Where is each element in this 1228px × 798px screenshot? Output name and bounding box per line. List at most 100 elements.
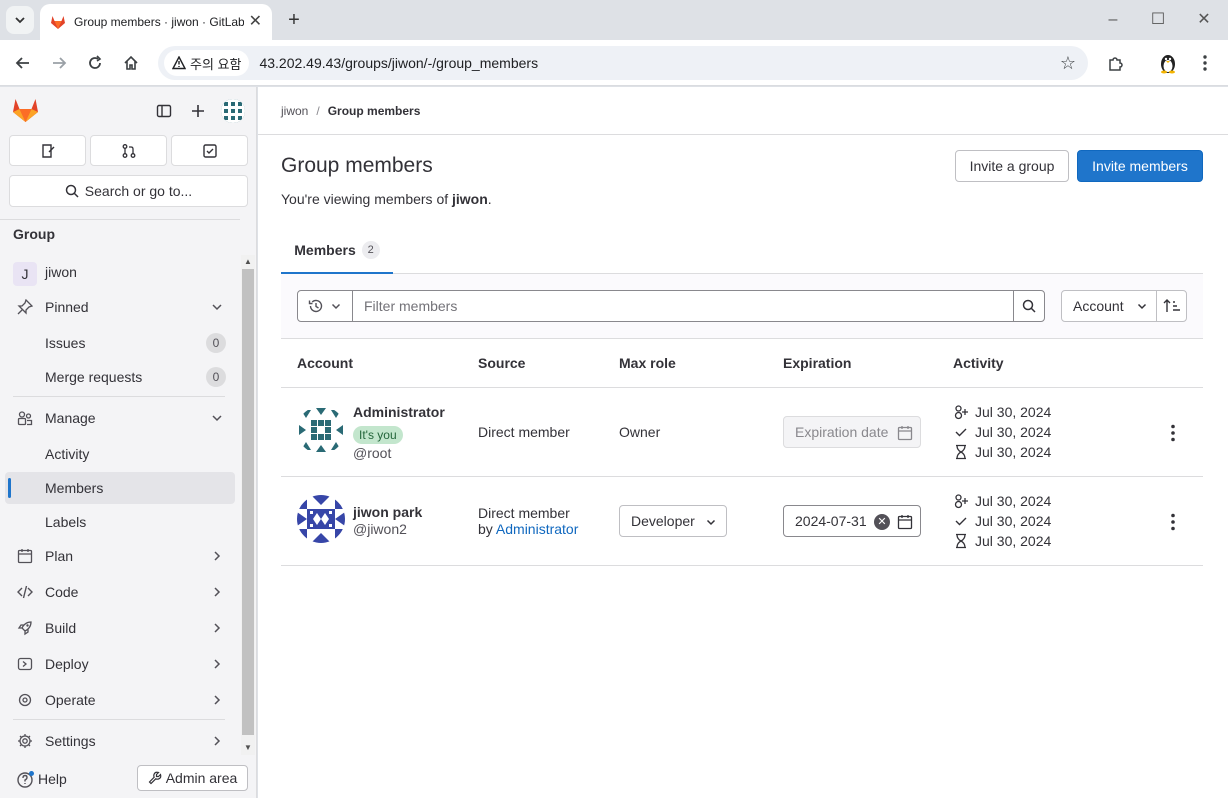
tab-close-icon[interactable]: ✕ xyxy=(249,14,262,30)
table-row: jiwon park @jiwon2 Direct member by Admi… xyxy=(281,477,1203,566)
sidebar-toggle-icon[interactable] xyxy=(154,101,174,121)
invite-group-button[interactable]: Invite a group xyxy=(955,150,1069,182)
window-close-icon[interactable]: ✕ xyxy=(1194,10,1214,30)
member-username: @root xyxy=(353,445,392,461)
member-name[interactable]: jiwon park xyxy=(353,504,422,520)
scroll-up-arrow-icon[interactable]: ▲ xyxy=(244,258,252,266)
forward-icon[interactable] xyxy=(47,51,71,75)
sidebar-item-settings[interactable]: Settings xyxy=(5,725,235,757)
search-or-go-to-button[interactable]: Search or go to... xyxy=(9,175,248,207)
expiration-date-value: 2024-07-31 xyxy=(795,513,867,529)
sidebar-item-code[interactable]: Code xyxy=(5,576,235,608)
page-subtitle: You're viewing members of jiwon. xyxy=(281,191,492,207)
member-source: Direct member xyxy=(478,505,570,521)
cloud-gear-icon xyxy=(18,693,32,707)
sidebar: Search or go to... Group J jiwon Pinned … xyxy=(0,87,257,798)
user-add-icon xyxy=(954,405,968,420)
user-avatar-icon[interactable] xyxy=(221,99,245,123)
merge-requests-button[interactable] xyxy=(90,135,167,166)
calendar-icon xyxy=(897,426,913,441)
check-icon xyxy=(955,517,967,526)
security-warning-chip[interactable]: 주의 요함 xyxy=(164,50,250,76)
browser-tab[interactable]: Group members · jiwon · GitLab ✕ xyxy=(40,4,272,40)
chevron-right-icon xyxy=(214,695,221,705)
more-actions-icon[interactable] xyxy=(1165,424,1181,442)
todo-list-button[interactable] xyxy=(171,135,248,166)
help-label: Help xyxy=(38,771,67,787)
sidebar-item-label: Code xyxy=(45,584,79,600)
back-icon[interactable] xyxy=(11,51,35,75)
sidebar-item-merge-requests[interactable]: Merge requests 0 xyxy=(5,361,235,393)
sidebar-item-plan[interactable]: Plan xyxy=(5,540,235,572)
activity-user-created-date: Jul 30, 2024 xyxy=(975,404,1052,420)
gitlab-logo-icon[interactable] xyxy=(12,97,39,123)
search-button[interactable] xyxy=(1013,290,1045,322)
calendar-icon[interactable] xyxy=(897,514,913,530)
sidebar-scrollbar[interactable]: ▲ ▼ xyxy=(241,255,255,755)
filter-bar: Filter members Account xyxy=(281,274,1203,339)
identicon-image xyxy=(297,406,345,454)
breadcrumb-group-link[interactable]: jiwon xyxy=(281,104,308,118)
member-name[interactable]: Administrator xyxy=(353,404,445,420)
expiration-date-placeholder: Expiration date xyxy=(795,424,889,440)
tab-list-button[interactable] xyxy=(6,6,34,34)
bookmark-star-icon[interactable]: ☆ xyxy=(1060,53,1076,73)
admin-area-button[interactable]: Admin area xyxy=(137,765,248,791)
sidebar-item-label: Merge requests xyxy=(45,369,143,385)
more-actions-icon[interactable] xyxy=(1165,513,1181,531)
sidebar-item-label: Manage xyxy=(45,410,96,426)
subtitle-group-name: jiwon xyxy=(452,191,488,207)
sidebar-item-group[interactable]: jiwon xyxy=(5,256,235,288)
todo-icon xyxy=(202,143,217,158)
scrollbar-thumb[interactable] xyxy=(242,269,254,735)
sidebar-item-build[interactable]: Build xyxy=(5,612,235,644)
browser-menu-icon[interactable] xyxy=(1193,51,1217,75)
sidebar-item-pinned[interactable]: Pinned xyxy=(5,291,235,323)
clear-date-icon[interactable]: ✕ xyxy=(874,514,890,530)
sidebar-item-activity[interactable]: Activity xyxy=(5,438,235,470)
extensions-icon[interactable] xyxy=(1104,51,1128,75)
sidebar-item-label: Build xyxy=(45,620,77,636)
sort-by-dropdown[interactable]: Account xyxy=(1061,290,1157,322)
column-header-expiration: Expiration xyxy=(783,355,852,371)
sidebar-item-label: Operate xyxy=(45,692,96,708)
main-content: jiwon / Group members Group members You'… xyxy=(258,87,1228,798)
avatar[interactable] xyxy=(297,495,345,543)
recent-searches-button[interactable] xyxy=(297,290,353,322)
profile-avatar-icon[interactable] xyxy=(1156,51,1180,75)
sidebar-item-manage[interactable]: Manage xyxy=(5,402,235,434)
sidebar-item-labels[interactable]: Labels xyxy=(5,506,235,538)
minimize-icon[interactable]: – xyxy=(1103,10,1123,30)
sidebar-item-operate[interactable]: Operate xyxy=(5,684,235,716)
sidebar-item-members[interactable]: Members xyxy=(5,472,235,504)
chevron-down-icon xyxy=(212,304,222,311)
wrench-icon xyxy=(148,771,162,785)
sidebar-item-deploy[interactable]: Deploy xyxy=(5,648,235,680)
new-tab-button[interactable]: + xyxy=(282,8,306,32)
scroll-down-arrow-icon[interactable]: ▼ xyxy=(244,744,252,752)
sidebar-item-issues[interactable]: Issues 0 xyxy=(5,327,235,359)
source-by-link[interactable]: Administrator xyxy=(496,521,578,537)
breadcrumb-current[interactable]: Group members xyxy=(328,104,421,118)
maximize-icon[interactable]: ☐ xyxy=(1148,10,1168,30)
create-new-icon[interactable] xyxy=(188,101,208,121)
browser-tabstrip: Group members · jiwon · GitLab ✕ + – ☐ ✕ xyxy=(0,0,1228,40)
address-bar[interactable]: 주의 요함 43.202.49.43/groups/jiwon/-/group_… xyxy=(158,46,1088,80)
sort-direction-button[interactable] xyxy=(1156,290,1187,322)
home-icon[interactable] xyxy=(119,51,143,75)
filter-members-input[interactable]: Filter members xyxy=(352,290,1014,322)
avatar[interactable] xyxy=(297,406,345,454)
tab-title: Group members · jiwon · GitLab xyxy=(74,15,244,29)
chevron-right-icon xyxy=(214,587,221,597)
reload-icon[interactable] xyxy=(83,51,107,75)
expiration-date-field[interactable]: 2024-07-31 ✕ xyxy=(783,505,921,537)
sidebar-item-label: Settings xyxy=(45,733,96,749)
assigned-issues-button[interactable] xyxy=(9,135,86,166)
help-button[interactable]: Help xyxy=(16,769,67,789)
member-role: Owner xyxy=(619,424,661,440)
role-dropdown[interactable]: Developer xyxy=(619,505,727,537)
merge-requests-count-badge: 0 xyxy=(206,367,226,387)
security-warning-label: 주의 요함 xyxy=(190,56,242,72)
invite-members-button[interactable]: Invite members xyxy=(1077,150,1203,182)
tab-members[interactable]: Members 2 xyxy=(281,227,393,274)
